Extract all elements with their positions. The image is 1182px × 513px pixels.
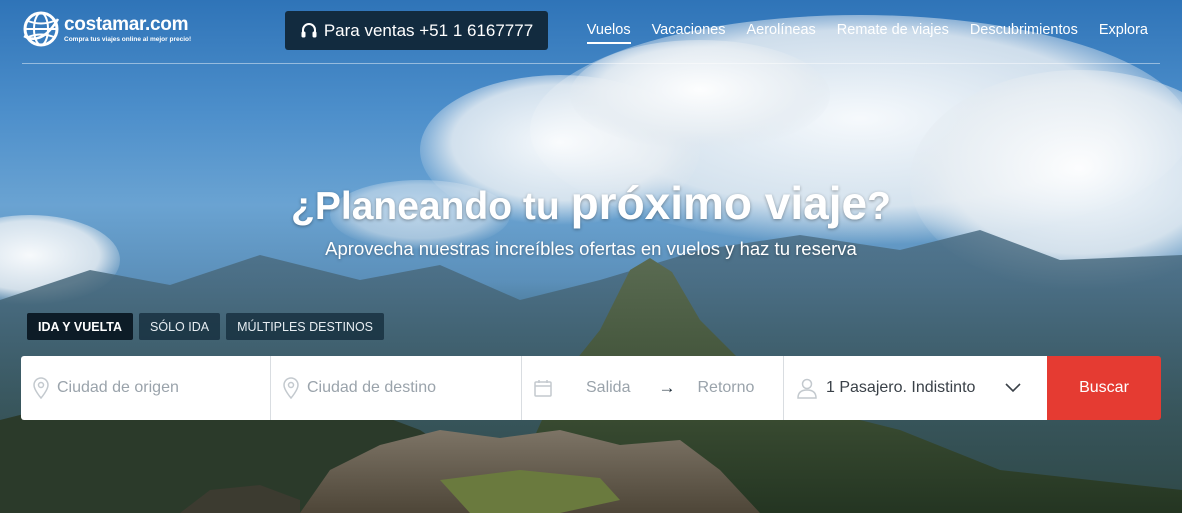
nav-item-aerolineas[interactable]: Aerolíneas bbox=[746, 22, 815, 44]
main-nav: Vuelos Vacaciones Aerolíneas Remate de v… bbox=[586, 22, 1148, 44]
brand-logo[interactable]: costamar.com Compra tus viajes online al… bbox=[22, 10, 191, 48]
passengers-value: 1 Pasajero. Indistinto bbox=[826, 379, 976, 396]
arrow-right-icon: → bbox=[658, 378, 676, 397]
chevron-down-icon[interactable] bbox=[1005, 383, 1021, 393]
tab-solo-ida[interactable]: SÓLO IDA bbox=[139, 313, 221, 340]
hero-subtitle: Aprovecha nuestras increíbles ofertas en… bbox=[325, 238, 857, 259]
location-pin-icon bbox=[33, 377, 49, 399]
sales-phone-label: Para ventas +51 1 6167777 bbox=[323, 20, 534, 40]
tab-ida-y-vuelta[interactable]: IDA Y VUELTA bbox=[27, 313, 134, 340]
location-pin-icon bbox=[283, 377, 299, 399]
departure-placeholder[interactable]: Salida bbox=[586, 379, 630, 397]
site-header: costamar.com Compra tus viajes online al… bbox=[0, 0, 1182, 64]
brand-name: costamar.com bbox=[64, 13, 189, 35]
sales-phone-button[interactable]: Para ventas +51 1 6167777 bbox=[285, 11, 548, 50]
hero-title: ¿Planeando tu próximo viaje? bbox=[0, 176, 1182, 230]
origin-placeholder: Ciudad de origen bbox=[57, 379, 179, 396]
destination-field[interactable]: Ciudad de destino bbox=[271, 356, 522, 420]
nav-item-remate-de-viajes[interactable]: Remate de viajes bbox=[837, 22, 949, 44]
tab-multiples-destinos[interactable]: MÚLTIPLES DESTINOS bbox=[226, 313, 385, 340]
headset-icon bbox=[301, 22, 317, 37]
search-button[interactable]: Buscar bbox=[1047, 356, 1161, 420]
nav-item-descubrimientos[interactable]: Descubrimientos bbox=[970, 22, 1078, 44]
dates-field[interactable]: Salida → Retorno bbox=[522, 356, 784, 420]
trip-type-tabs: IDA Y VUELTA SÓLO IDA MÚLTIPLES DESTINOS bbox=[27, 313, 385, 340]
globe-logo-icon bbox=[23, 11, 60, 47]
calendar-icon bbox=[534, 380, 552, 397]
return-placeholder[interactable]: Retorno bbox=[697, 379, 754, 397]
header-divider bbox=[22, 63, 1160, 64]
flight-search-form: Ciudad de origen Ciudad de destino Salid… bbox=[21, 356, 1161, 420]
origin-field[interactable]: Ciudad de origen bbox=[21, 356, 271, 420]
user-icon bbox=[797, 378, 817, 399]
hero-title-emphasis: próximo viaje bbox=[570, 177, 868, 229]
nav-item-vacaciones[interactable]: Vacaciones bbox=[652, 22, 726, 44]
passengers-field[interactable]: 1 Pasajero. Indistinto bbox=[784, 356, 1047, 420]
brand-tagline: Compra tus viajes online al mejor precio… bbox=[64, 35, 192, 43]
hero-title-suffix: ? bbox=[867, 185, 891, 228]
destination-placeholder: Ciudad de destino bbox=[307, 379, 436, 396]
hero-title-prefix: ¿Planeando tu bbox=[291, 185, 571, 228]
nav-item-vuelos[interactable]: Vuelos bbox=[586, 22, 631, 44]
nav-item-explora[interactable]: Explora bbox=[1099, 22, 1148, 44]
